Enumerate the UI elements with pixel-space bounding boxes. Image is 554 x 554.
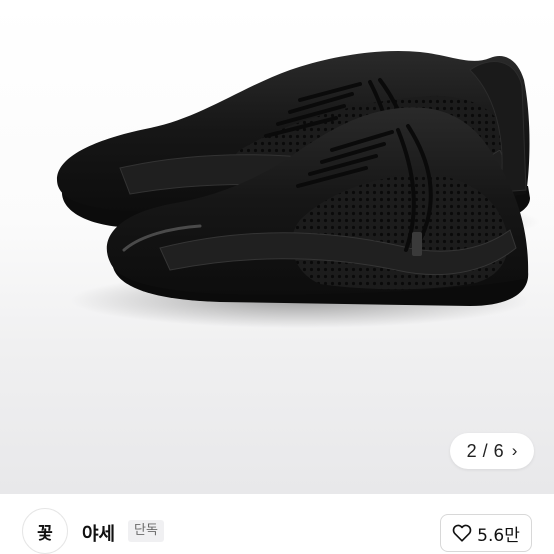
heart-outline-icon [452, 524, 472, 542]
avatar[interactable]: 꽃 [22, 508, 68, 554]
pager-total: 6 [493, 440, 504, 461]
chevron-right-icon[interactable]: › [512, 441, 518, 461]
exclusive-badge: 단독 [128, 520, 164, 542]
pager-separator: / [482, 440, 488, 461]
like-button[interactable]: 5.6만 [440, 514, 532, 552]
pager-current: 2 [466, 440, 477, 461]
product-detail-screen: 2 / 6 › 꽃 야세 단독 5.6만 [0, 0, 554, 554]
product-image[interactable]: 2 / 6 › [0, 0, 554, 494]
like-count: 5.6만 [477, 525, 520, 546]
avatar-logo: 꽃 [37, 523, 53, 544]
image-pager[interactable]: 2 / 6 › [450, 433, 534, 469]
sneakers-illustration [56, 50, 540, 328]
seller-name[interactable]: 야세 [82, 520, 115, 546]
